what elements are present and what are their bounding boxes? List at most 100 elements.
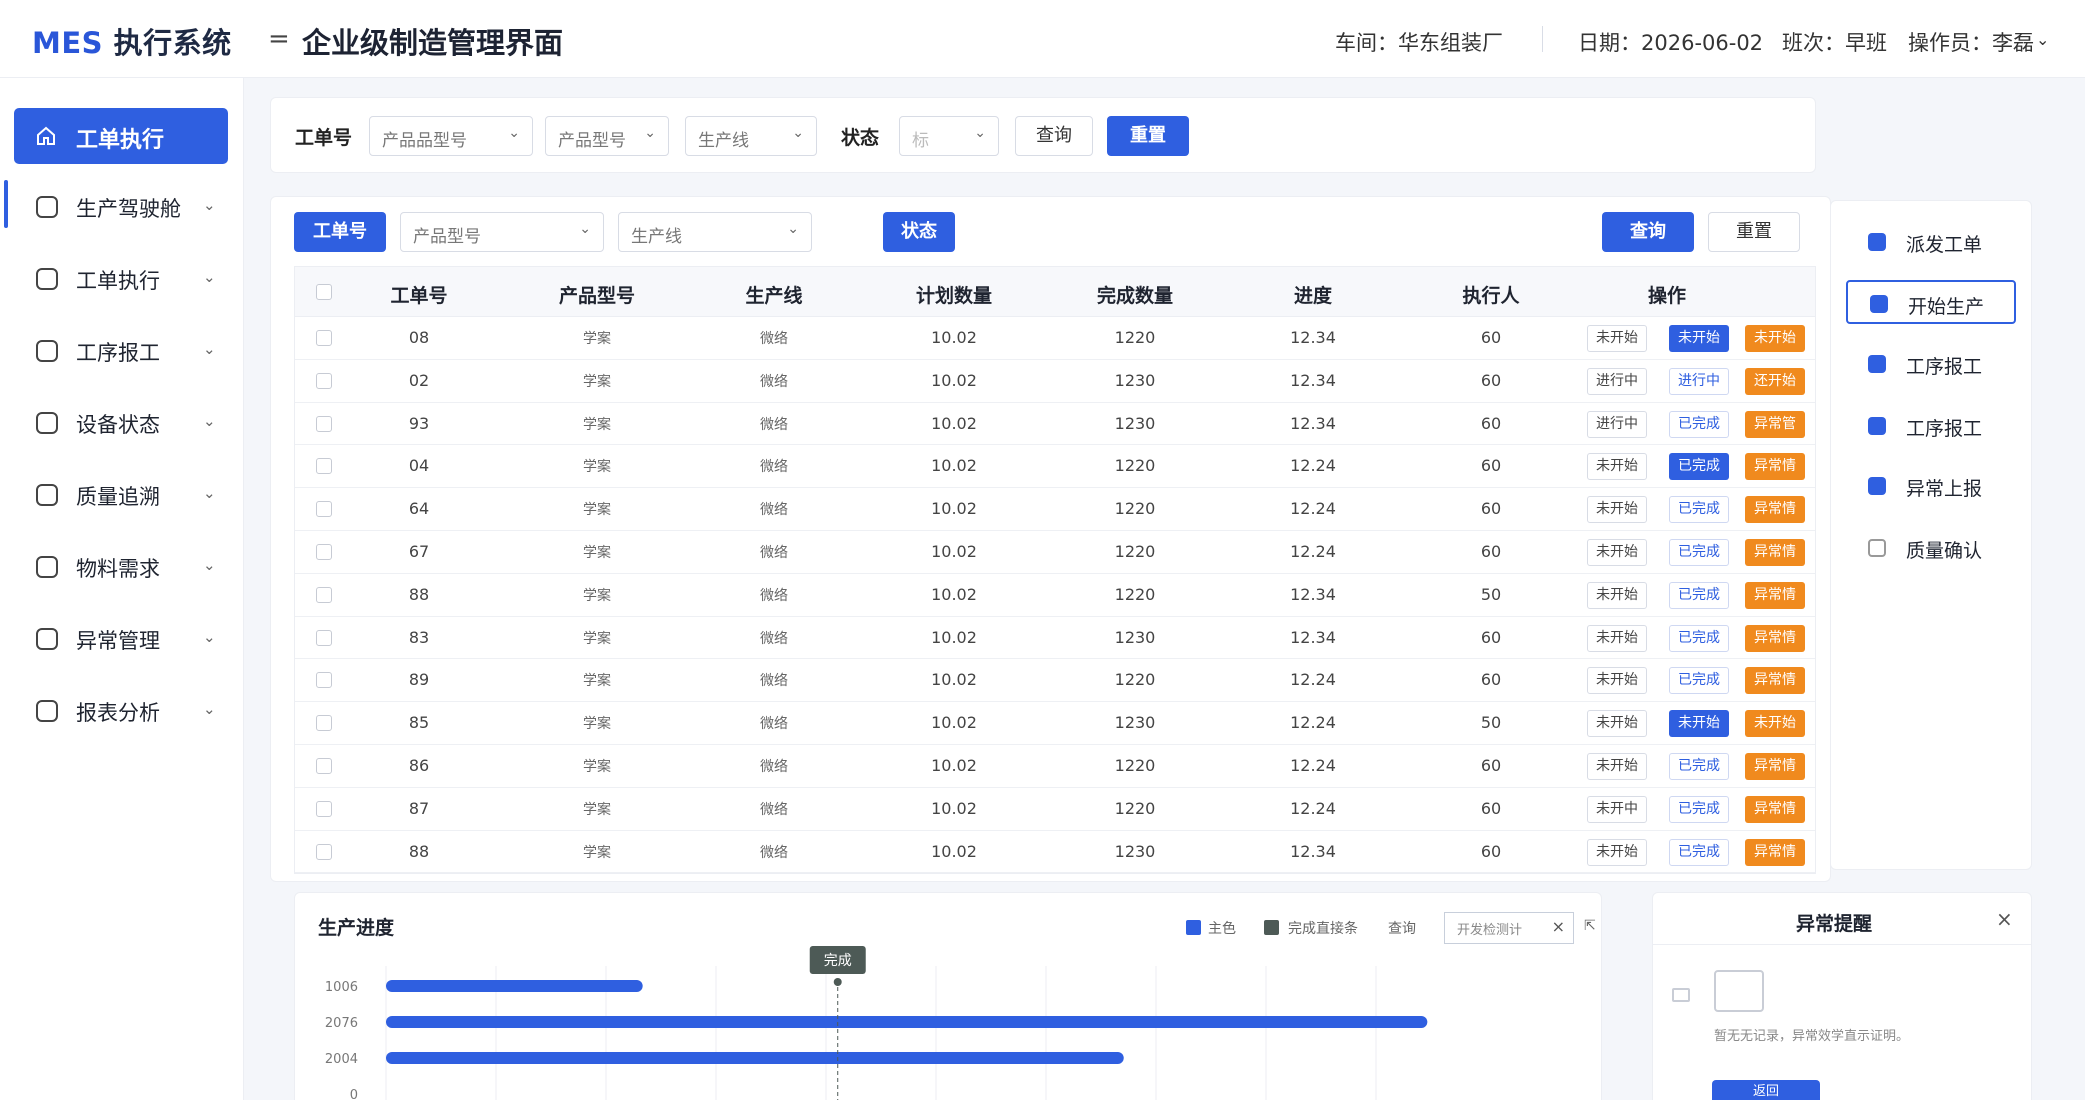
table-row[interactable]: 88 学案 微络 10.02 1220 12.34 50 未开始 已完成 异常情 [295,574,1815,617]
action-item-2[interactable]: 开始生产 [1846,280,2016,324]
table-row[interactable]: 64 学案 微络 10.02 1220 12.24 60 未开始 已完成 异常情 [295,488,1815,531]
expand-icon[interactable]: ⇱ [1584,918,1596,934]
row-checkbox[interactable] [316,544,332,560]
progress-bar[interactable] [386,1052,1124,1064]
row-action-exception-button[interactable]: 未开始 [1745,325,1805,352]
row-action-exception-button[interactable]: 异常情 [1745,539,1805,566]
row-action-exception-button[interactable]: 异常情 [1745,795,1805,823]
action-item-3[interactable]: 工序报工 [1846,342,2016,386]
row-action-exception-button[interactable]: 异常情 [1745,581,1805,609]
row-action-primary-button[interactable]: 未开始 [1669,325,1729,352]
table-row[interactable]: 88 学案 微络 10.02 1230 12.34 60 未开始 已完成 异常情 [295,831,1815,874]
menu-toggle-icon[interactable]: = [268,24,290,54]
sidebar-item-1[interactable]: 生产驾驶舱 ⌄ [0,182,244,230]
column-header[interactable]: 生产线 [745,281,802,308]
status-select[interactable]: 标 ⌄ [899,116,999,156]
row-action-primary-button[interactable]: 已完成 [1669,667,1729,695]
row-action-exception-button[interactable]: 还开始 [1745,367,1805,395]
column-header[interactable]: 工单号 [390,281,447,308]
status-filter-button[interactable]: 状态 [883,212,955,252]
product-type-select[interactable]: 产品品型号 ⌄ [369,116,533,156]
row-action-primary-button[interactable]: 已完成 [1669,496,1729,524]
column-header[interactable]: 计划数量 [916,281,992,308]
query-button-2[interactable]: 查询 [1602,212,1694,252]
column-header[interactable]: 操作 [1648,281,1686,308]
column-header[interactable]: 执行人 [1462,281,1519,308]
chevron-down-icon[interactable]: ⌄ [203,340,216,358]
row-checkbox[interactable] [316,458,332,475]
select-all-checkbox[interactable] [316,284,332,300]
sidebar-item-active[interactable]: 工单执行 [14,108,228,164]
close-icon[interactable]: × [1996,907,2013,931]
row-action-exception-button[interactable]: 异常管 [1745,410,1805,438]
reset-button-2[interactable]: 重置 [1708,212,1800,252]
chevron-down-icon[interactable]: ⌄ [203,268,216,286]
chevron-down-icon[interactable]: ⌄ [203,700,216,718]
row-action-exception-button[interactable]: 未开始 [1745,710,1805,738]
row-checkbox[interactable] [316,715,332,732]
progress-bar[interactable] [386,980,643,992]
chevron-down-icon[interactable]: ⌄ [203,484,216,502]
sidebar-item-2[interactable]: 工单执行 ⌄ [0,254,244,302]
table-row[interactable]: 93 学案 微络 10.02 1230 12.34 60 进行中 已完成 异常管 [295,403,1815,446]
progress-bar[interactable] [386,1016,1428,1028]
sidebar-item-7[interactable]: 异常管理 ⌄ [0,614,244,662]
table-row[interactable]: 83 学案 微络 10.02 1230 12.34 60 未开始 已完成 异常情 [295,617,1815,660]
row-checkbox[interactable] [316,843,332,860]
column-header[interactable]: 进度 [1294,281,1332,308]
table-row[interactable]: 87 学案 微络 10.02 1220 12.24 60 未开中 已完成 异常情 [295,788,1815,831]
row-action-primary-button[interactable]: 已完成 [1669,795,1729,823]
table-row[interactable]: 86 学案 微络 10.02 1220 12.24 60 未开始 已完成 异常情 [295,745,1815,788]
product-model-select[interactable]: 产品型号 ⌄ [545,116,669,156]
row-action-primary-button[interactable]: 已完成 [1669,539,1729,566]
chevron-down-icon[interactable]: ⌄ [203,412,216,430]
sidebar-item-4[interactable]: 设备状态 ⌄ [0,398,244,446]
row-action-exception-button[interactable]: 异常情 [1745,838,1805,866]
table-row[interactable]: 85 学案 微络 10.02 1230 12.24 50 未开始 未开始 未开始 [295,702,1815,745]
workorder-filter-button[interactable]: 工单号 [294,212,386,252]
action-item-5[interactable]: 异常上报 [1846,464,2016,508]
row-checkbox[interactable] [316,672,332,689]
row-checkbox[interactable] [316,415,332,432]
row-action-primary-button[interactable]: 已完成 [1669,838,1729,866]
row-action-exception-button[interactable]: 异常情 [1745,453,1805,481]
sidebar-item-8[interactable]: 报表分析 ⌄ [0,686,244,734]
chevron-down-icon[interactable]: ⌄ [203,196,216,214]
reset-button[interactable]: 重置 [1107,116,1189,156]
row-action-primary-button[interactable]: 已完成 [1669,453,1729,481]
table-row[interactable]: 08 学案 微络 10.02 1220 12.34 60 未开始 未开始 未开始 [295,317,1815,360]
action-item-4[interactable]: 工序报工 [1846,404,2016,448]
chevron-down-icon[interactable]: ⌄ [203,556,216,574]
column-header[interactable]: 完成数量 [1097,281,1173,308]
row-action-exception-button[interactable]: 异常情 [1745,496,1805,524]
row-action-primary-button[interactable]: 未开始 [1669,710,1729,738]
column-header[interactable]: 产品型号 [559,281,635,308]
app-logo[interactable]: MES 执行系统 [32,20,232,62]
sidebar-item-6[interactable]: 物料需求 ⌄ [0,542,244,590]
table-row[interactable]: 89 学案 微络 10.02 1220 12.24 60 未开始 已完成 异常情 [295,659,1815,703]
chevron-down-icon[interactable]: ⌄ [203,628,216,646]
table-row[interactable]: 02 学案 微络 10.02 1230 12.34 60 进行中 进行中 还开始 [295,360,1815,403]
row-checkbox[interactable] [316,330,332,346]
alert-back-button[interactable]: 返回 [1712,1080,1820,1100]
action-item-1[interactable]: 派发工单 [1846,220,2016,264]
line-select-2[interactable]: 生产线 ⌄ [618,212,812,252]
action-item-6[interactable]: 质量确认 [1846,526,2016,570]
row-checkbox[interactable] [316,501,332,518]
row-action-primary-button[interactable]: 已完成 [1669,581,1729,609]
legend-query-link[interactable]: 查询 [1388,918,1416,938]
row-checkbox[interactable] [316,629,332,646]
table-row[interactable]: 67 学案 微络 10.02 1220 12.24 60 未开始 已完成 异常情 [295,531,1815,574]
product-model-select-2[interactable]: 产品型号 ⌄ [400,212,604,252]
row-action-primary-button[interactable]: 进行中 [1669,367,1729,395]
sidebar-item-5[interactable]: 质量追溯 ⌄ [0,470,244,518]
row-checkbox[interactable] [316,372,332,389]
line-select[interactable]: 生产线 ⌄ [685,116,817,156]
row-action-exception-button[interactable]: 异常情 [1745,667,1805,695]
operator-info[interactable]: 操作员：李磊 [1908,27,2034,57]
row-checkbox[interactable] [316,586,332,603]
sidebar-item-3[interactable]: 工序报工 ⌄ [0,326,244,374]
clear-icon[interactable]: × [1552,917,1565,936]
row-action-exception-button[interactable]: 异常情 [1745,624,1805,652]
row-checkbox[interactable] [316,758,332,774]
